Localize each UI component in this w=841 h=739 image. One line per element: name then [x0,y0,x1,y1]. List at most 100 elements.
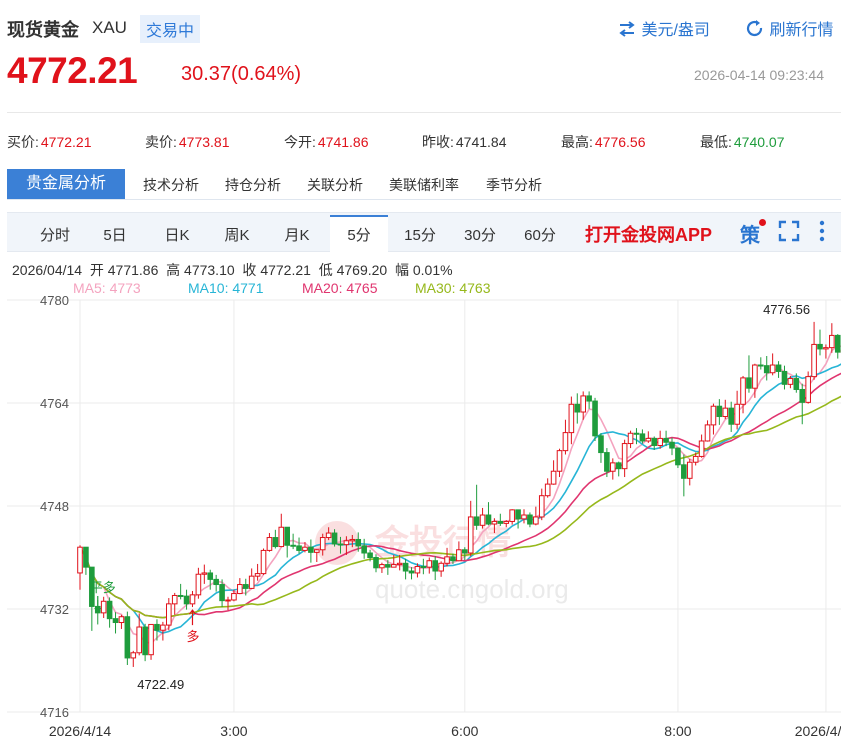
tab-fed-rate[interactable]: 美联储利率 [389,175,459,195]
stat-low: 最低: 4740.07 [700,132,785,152]
refresh-icon [746,20,763,37]
candle-up [302,546,308,551]
candle-up [621,443,628,470]
more-menu-icon[interactable] [817,220,827,247]
fullscreen-icon[interactable] [778,220,800,247]
candlestick-chart[interactable]: 金投行情 quote.cngold.org 471647324748476447… [0,296,841,739]
period-60min[interactable]: 60分 [515,224,565,245]
ma30-legend: MA30: 4763 [415,280,491,296]
candle-up [325,532,332,539]
ohlc-high: 4773.10 [184,262,235,278]
price-change: 30.37(0.64%) [181,63,302,85]
candle-up [823,347,829,350]
stat-value: 4776.56 [594,134,646,150]
x-tick-label: 3:00 [220,723,247,739]
period-weekly[interactable]: 周K [212,224,262,245]
candle-down [485,514,492,525]
candle-down [675,447,681,466]
ohlc-info-line: 2026/04/14 开 4771.86 高 4773.10 收 4772.21… [12,260,453,280]
unit-switch-link[interactable]: 美元/盎司 [617,16,710,40]
strategy-label: 策 [740,225,760,247]
last-price: 4772.21 [7,50,138,91]
candle-down [799,388,806,403]
stat-label: 卖价: [145,134,177,150]
high-label: 4776.56 [763,302,810,317]
candle-up [479,514,486,526]
candle-down [574,403,581,413]
candle-down [308,546,314,553]
candle-up [627,432,634,445]
stat-label: 最低: [700,134,732,150]
instrument-code: XAU [92,18,127,37]
candle-up [100,600,107,614]
candle-down [651,437,658,446]
tab-position-analysis[interactable]: 持仓分析 [225,175,281,195]
period-intraday[interactable]: 分时 [30,224,80,245]
candle-up [686,461,693,479]
ohlc-amplitude-label: 幅 [394,262,409,278]
candle-up [722,407,729,418]
ohlc-close: 4772.21 [260,262,311,278]
candle-up [645,437,652,442]
candle-up [231,593,237,601]
tab-precious-metals-analysis[interactable]: 贵金属分析 [7,169,125,199]
candle-up [467,516,474,554]
refresh-label: 刷新行情 [769,22,834,39]
tab-correlation-analysis[interactable]: 关联分析 [307,175,363,195]
period-15min[interactable]: 15分 [395,224,445,245]
candle-up [521,514,527,520]
candle-up [426,560,433,568]
candle-down [432,560,438,572]
candle-down [408,570,415,574]
candle-up [160,624,166,631]
candle-down [242,584,249,589]
stat-ask: 卖价: 4773.81 [145,132,230,152]
candle-up [538,495,545,518]
candle-up [568,403,575,434]
candle-up [734,403,740,425]
refresh-quote-button[interactable]: 刷新行情 [745,16,833,40]
annotations: 4776.56 4722.49 平多多 [90,302,810,692]
period-monthly[interactable]: 月K [272,224,322,245]
candle-up [444,556,450,564]
candle-down [669,441,675,449]
candle-up [349,538,356,542]
candle-up [136,626,142,654]
period-30min[interactable]: 30分 [455,224,505,245]
open-app-link[interactable]: 打开金投网APP [585,221,712,247]
candle-up [769,364,776,374]
stat-label: 买价: [7,134,39,150]
candle-down [207,572,214,580]
candle-up [829,334,835,349]
candle-up [698,440,705,457]
candle-down [728,407,735,425]
y-tick-label: 4764 [40,396,69,411]
candle-down [598,435,604,454]
candle-up [787,378,794,385]
swap-arrows-icon [619,21,635,37]
y-tick-label: 4716 [40,705,69,720]
period-5day[interactable]: 5日 [90,224,140,245]
candle-down [331,532,338,545]
candle-up [556,450,563,472]
candle-up [390,564,397,568]
candle-down [373,557,379,569]
tab-seasonal-analysis[interactable]: 季节分析 [486,175,542,195]
tab-technical-analysis[interactable]: 技术分析 [143,175,199,195]
candle-up [544,483,551,497]
signal-down-arrow-icon [94,595,102,613]
period-daily[interactable]: 日K [152,224,202,245]
stat-prev-close: 昨收: 4741.84 [422,132,507,152]
strategy-button[interactable]: 策 [740,219,766,248]
candle-up [610,462,616,472]
ohlc-open: 4771.86 [107,262,159,278]
candle-down [284,526,290,546]
stat-bid: 买价: 4772.21 [7,132,92,152]
candle-down [763,365,770,374]
candle-up [379,564,385,569]
candle-down [106,600,113,620]
y-tick-label: 4732 [40,602,69,617]
ohlc-open-label: 开 [89,262,104,278]
period-5min[interactable]: 5分 [334,224,384,245]
candle-down [834,334,841,353]
